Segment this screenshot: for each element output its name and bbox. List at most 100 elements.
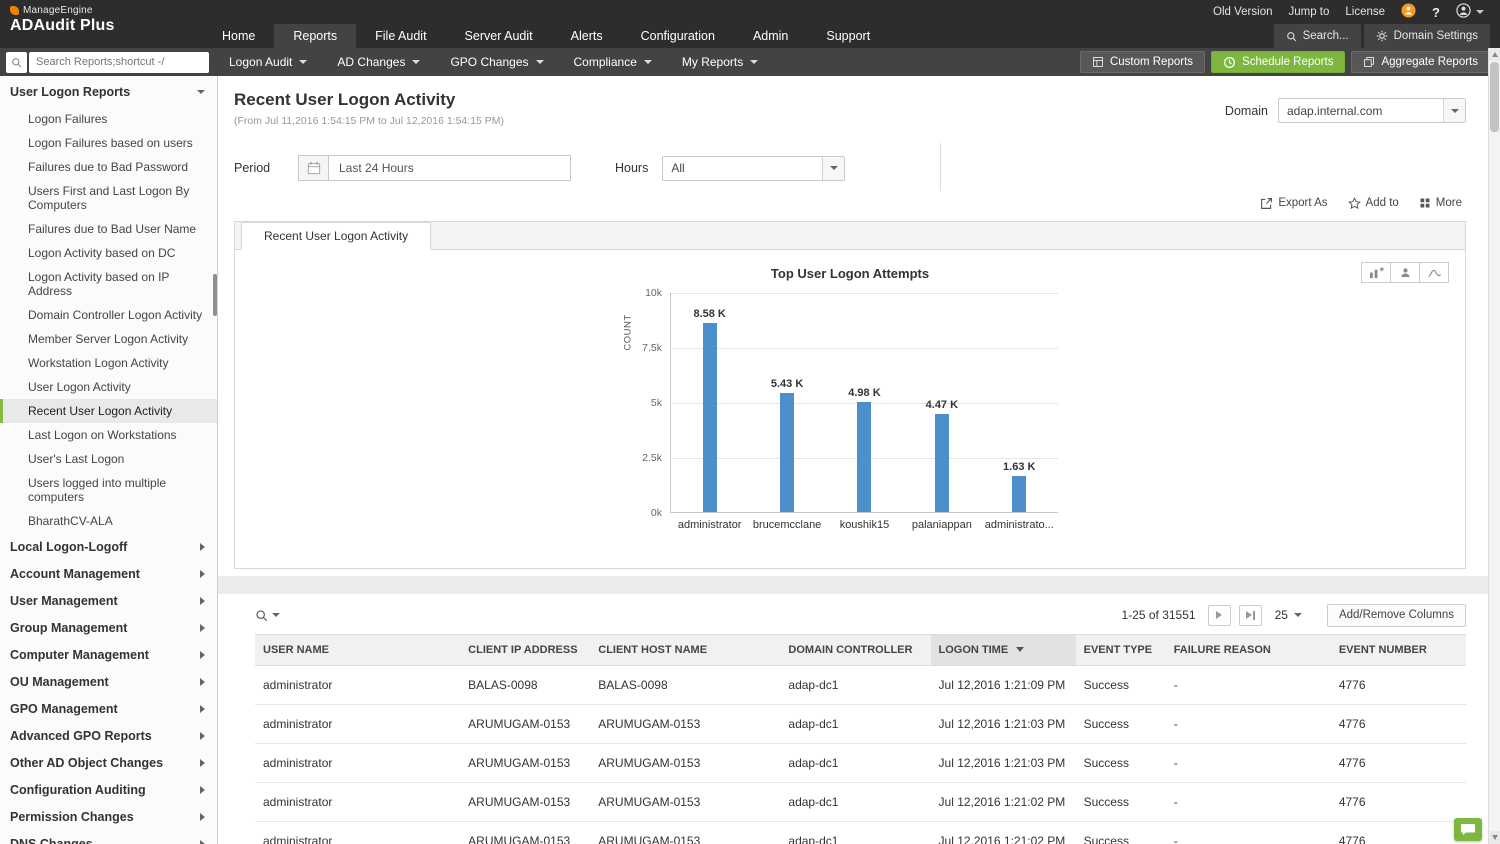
bar[interactable]	[1012, 476, 1026, 512]
next-page-button[interactable]	[1208, 605, 1231, 626]
chart-top-users-button[interactable]	[1390, 262, 1420, 283]
nav-item[interactable]: Server Audit	[446, 24, 552, 48]
table-search-button[interactable]	[255, 609, 280, 622]
calendar-button[interactable]	[298, 155, 328, 181]
sidebar-item[interactable]: Workstation Logon Activity	[0, 351, 217, 375]
sidebar-item[interactable]: Last Logon on Workstations	[0, 423, 217, 447]
column-header[interactable]: CLIENT HOST NAME	[590, 635, 780, 666]
table-row[interactable]: administrator ARUMUGAM-0153 ARUMUGAM-015…	[255, 822, 1466, 844]
domain-select[interactable]: adap.internal.com	[1278, 98, 1466, 123]
column-header[interactable]: EVENT NUMBER	[1331, 635, 1466, 666]
domain-settings-button[interactable]: Domain Settings	[1364, 24, 1490, 48]
chevron-down-icon	[1294, 613, 1302, 617]
table-row[interactable]: administrator BALAS-0098 BALAS-0098 adap…	[255, 666, 1466, 705]
sidebar-section[interactable]: Other AD Object Changes	[0, 749, 217, 776]
nav-item[interactable]: File Audit	[356, 24, 445, 48]
sidebar-item[interactable]: Logon Failures based on users	[0, 131, 217, 155]
table-row[interactable]: administrator ARUMUGAM-0153 ARUMUGAM-015…	[255, 783, 1466, 822]
global-search-button[interactable]: Search...	[1274, 24, 1361, 48]
nav-item[interactable]: Reports	[274, 24, 356, 48]
nav-item[interactable]: Configuration	[622, 24, 734, 48]
page-size-select[interactable]: 25	[1270, 608, 1307, 622]
report-search-input[interactable]	[29, 52, 209, 73]
column-header[interactable]: USER NAME	[255, 635, 460, 666]
topbar-link[interactable]: Old Version	[1213, 6, 1272, 18]
toolbar-menu[interactable]: AD Changes	[322, 48, 435, 76]
more-link[interactable]: More	[1419, 195, 1462, 211]
nav-item[interactable]: Support	[807, 24, 889, 48]
sidebar-item[interactable]: Logon Activity based on DC	[0, 241, 217, 265]
nav-item[interactable]: Admin	[734, 24, 807, 48]
sidebar-item[interactable]: Member Server Logon Activity	[0, 327, 217, 351]
cell-domain-controller: adap-dc1	[780, 744, 930, 783]
sidebar-section[interactable]: User Management	[0, 587, 217, 614]
column-header[interactable]: CLIENT IP ADDRESS	[460, 635, 590, 666]
community-icon[interactable]	[1401, 3, 1416, 21]
sidebar-section[interactable]: Account Management	[0, 560, 217, 587]
last-page-button[interactable]	[1239, 605, 1262, 626]
bar[interactable]	[780, 393, 794, 512]
sidebar-section[interactable]: Configuration Auditing	[0, 776, 217, 803]
tab-recent-user-logon-activity[interactable]: Recent User Logon Activity	[241, 222, 431, 250]
sidebar-item[interactable]: User's Last Logon	[0, 447, 217, 471]
sidebar-item[interactable]: Failures due to Bad Password	[0, 155, 217, 179]
topbar-link[interactable]: License	[1345, 6, 1385, 18]
sidebar-section[interactable]: DNS Changes	[0, 830, 217, 844]
select-arrow	[1443, 99, 1465, 122]
period-field[interactable]: Last 24 Hours	[328, 155, 571, 181]
toolbar-menu[interactable]: Logon Audit	[214, 48, 322, 76]
custom-reports-button[interactable]: Custom Reports	[1080, 51, 1205, 73]
chart-type-line-button[interactable]	[1419, 262, 1449, 283]
sidebar-item[interactable]: Recent User Logon Activity	[0, 399, 217, 423]
vertical-scrollbar[interactable]	[1488, 48, 1500, 844]
sidebar-section[interactable]: Computer Management	[0, 641, 217, 668]
topbar-link[interactable]: Jump to	[1288, 6, 1329, 18]
brand-logo[interactable]: ManageEngine ADAudit Plus	[0, 0, 218, 48]
bar[interactable]	[703, 323, 717, 512]
sidebar-item[interactable]: Users First and Last Logon By Computers	[0, 179, 217, 217]
toolbar-menu[interactable]: My Reports	[667, 48, 773, 76]
scrollbar-thumb[interactable]	[1490, 62, 1499, 132]
add-remove-columns-button[interactable]: Add/Remove Columns	[1327, 604, 1466, 627]
sidebar-section[interactable]: Permission Changes	[0, 803, 217, 830]
sidebar-item[interactable]: Logon Activity based on IP Address	[0, 265, 217, 303]
toolbar-menu[interactable]: GPO Changes	[435, 48, 558, 76]
add-to-link[interactable]: Add to	[1348, 195, 1399, 211]
table-row[interactable]: administrator ARUMUGAM-0153 ARUMUGAM-015…	[255, 705, 1466, 744]
schedule-reports-button[interactable]: Schedule Reports	[1211, 51, 1345, 73]
sidebar-scroll-handle[interactable]	[213, 274, 217, 316]
bar[interactable]	[935, 414, 949, 512]
sidebar-section[interactable]: OU Management	[0, 668, 217, 695]
scroll-up-button[interactable]	[1489, 48, 1500, 61]
sidebar-item[interactable]: Logon Failures	[0, 107, 217, 131]
sidebar-section[interactable]: Group Management	[0, 614, 217, 641]
sidebar-item[interactable]: Users logged into multiple computers	[0, 471, 217, 509]
toolbar-menu[interactable]: Compliance	[559, 48, 667, 76]
hours-select[interactable]: All	[662, 156, 845, 181]
sidebar-item[interactable]: Domain Controller Logon Activity	[0, 303, 217, 327]
bar[interactable]	[857, 402, 871, 512]
sidebar-item[interactable]: BharathCV-ALA	[0, 509, 217, 533]
chart-type-bar-button[interactable]	[1361, 262, 1391, 283]
sidebar-section[interactable]: GPO Management	[0, 695, 217, 722]
column-header[interactable]: DOMAIN CONTROLLER	[780, 635, 930, 666]
nav-item[interactable]: Home	[203, 24, 274, 48]
column-header[interactable]: EVENT TYPE	[1076, 635, 1166, 666]
sidebar-item[interactable]: User Logon Activity	[0, 375, 217, 399]
sidebar-section[interactable]: Advanced GPO Reports	[0, 722, 217, 749]
scroll-down-button[interactable]	[1489, 831, 1500, 844]
nav-item[interactable]: Alerts	[552, 24, 622, 48]
brand-product: ADAudit Plus	[10, 17, 218, 35]
export-as-link[interactable]: Export As	[1260, 195, 1327, 211]
sidebar-section-user-logon-reports[interactable]: User Logon Reports	[0, 76, 217, 107]
help-icon[interactable]: ?	[1432, 5, 1440, 20]
table-row[interactable]: administrator ARUMUGAM-0153 ARUMUGAM-015…	[255, 744, 1466, 783]
column-header[interactable]: FAILURE REASON	[1166, 635, 1331, 666]
report-search-icon[interactable]	[6, 52, 27, 73]
chat-icon[interactable]	[1454, 818, 1482, 841]
account-menu[interactable]	[1456, 3, 1484, 21]
column-header[interactable]: LOGON TIME	[931, 635, 1076, 666]
sidebar-item[interactable]: Failures due to Bad User Name	[0, 217, 217, 241]
sidebar-section[interactable]: Local Logon-Logoff	[0, 533, 217, 560]
aggregate-reports-button[interactable]: Aggregate Reports	[1351, 51, 1490, 73]
